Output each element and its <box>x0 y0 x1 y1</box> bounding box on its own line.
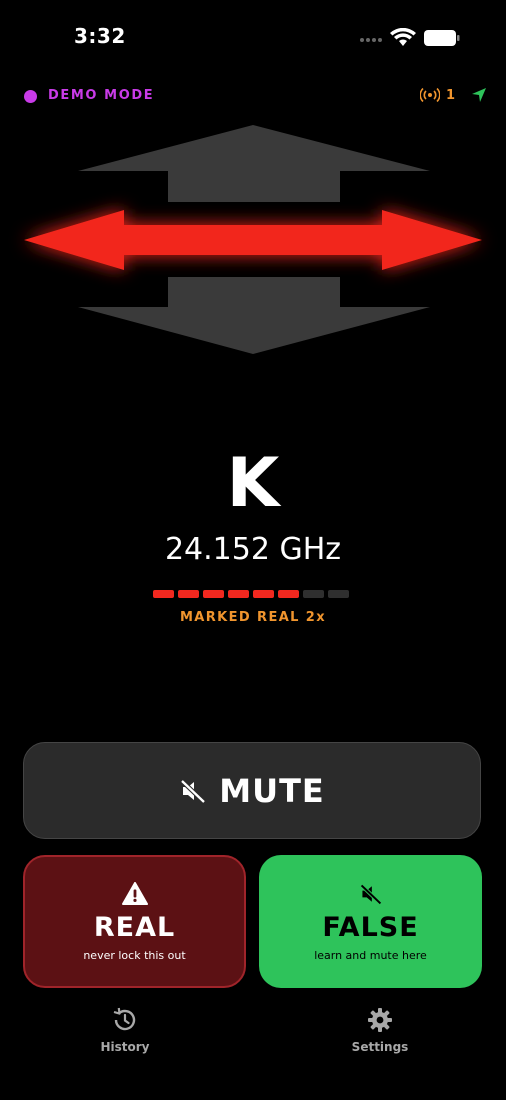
band-label: K <box>226 444 280 523</box>
wifi-icon <box>390 27 416 46</box>
strength-segment <box>303 590 324 598</box>
real-sublabel: never lock this out <box>83 948 186 962</box>
marked-status: MARKED REAL 2x <box>179 610 327 625</box>
front-arrow <box>78 125 430 202</box>
direction-arrows <box>24 125 482 354</box>
tab-settings-label: Settings <box>351 1040 409 1054</box>
tab-history-label: History <box>100 1040 150 1054</box>
warning-triangle-icon <box>121 881 148 905</box>
strength-segment <box>253 590 274 598</box>
strength-segment <box>178 590 199 598</box>
mute-button[interactable]: MUTE <box>23 742 481 839</box>
history-icon <box>113 1007 136 1031</box>
real-label: REAL <box>93 911 176 943</box>
status-time: 3:32 <box>74 24 126 48</box>
mute-label: MUTE <box>219 771 325 810</box>
radar-signal-icon <box>420 88 440 102</box>
speaker-muted-icon <box>180 778 206 804</box>
strength-segment <box>328 590 349 598</box>
status-indicators <box>360 27 460 48</box>
demo-mode-label: DEMO MODE <box>48 88 155 103</box>
gear-icon <box>368 1008 392 1032</box>
tab-history[interactable]: History <box>70 1006 180 1054</box>
location-arrow-icon <box>472 88 487 102</box>
speaker-muted-icon <box>359 883 382 905</box>
false-button[interactable]: FALSE learn and mute here <box>259 855 482 988</box>
real-button[interactable]: REAL never lock this out <box>23 855 246 988</box>
strength-segment <box>228 590 249 598</box>
strength-segment <box>278 590 299 598</box>
demo-mode-dot <box>24 90 37 103</box>
signal-strength-meter <box>153 590 349 598</box>
rear-arrow <box>78 277 430 354</box>
strength-segment <box>153 590 174 598</box>
side-arrow <box>24 210 482 270</box>
tab-settings[interactable]: Settings <box>325 1006 435 1054</box>
false-label: FALSE <box>322 911 419 943</box>
false-sublabel: learn and mute here <box>314 948 427 962</box>
cellular-signal-icon <box>360 38 382 42</box>
radar-indicator: 1 <box>420 87 487 103</box>
strength-segment <box>203 590 224 598</box>
battery-icon <box>424 30 460 46</box>
frequency-readout: 24.152 GHz <box>164 532 342 567</box>
radar-count: 1 <box>446 87 456 103</box>
